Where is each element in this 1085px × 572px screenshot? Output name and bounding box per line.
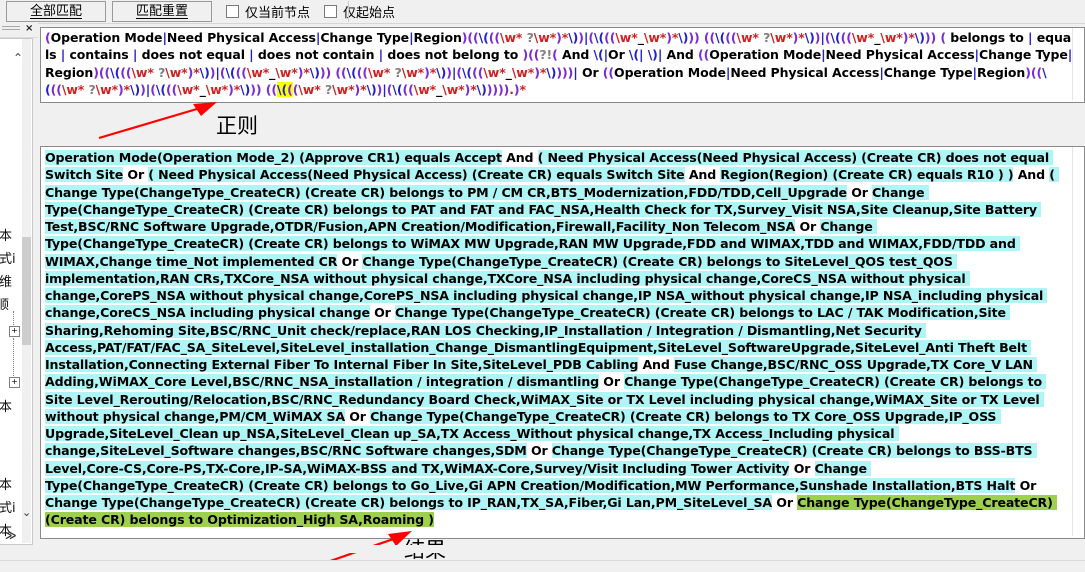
match-reset-button[interactable]: 匹配重置: [112, 1, 212, 22]
toolbar-divider: [348, 1, 349, 22]
dock-grip-line: [2, 29, 20, 30]
checkbox-box-current-node[interactable]: [226, 5, 239, 18]
dock-scrollbar[interactable]: [22, 39, 31, 543]
tree-item-label[interactable]: 文本: [0, 396, 12, 415]
dock-scrollbar-thumb[interactable]: [22, 237, 31, 345]
left-dock-panel: × ⌃ 文本 達式i 获维 顺 + + 文本 文本 達式i 文本 ⌄ ≫: [0, 23, 38, 571]
dock-header[interactable]: ×: [0, 23, 38, 38]
regex-annotation-label: 正则: [216, 114, 258, 138]
bottom-status-bar: [0, 560, 1085, 572]
tree-connector: [13, 311, 15, 325]
tree-item-label[interactable]: 達式i: [0, 497, 16, 516]
regex-tool-window: 全部匹配 匹配重置 仅当前节点 仅起始点 × ⌃ 文本 達式i 获维 顺: [0, 0, 1085, 572]
match-all-label: 全部匹配: [29, 3, 82, 19]
regex-annotation-arrow: [98, 102, 217, 140]
regex-pane-scrollbar[interactable]: [1072, 28, 1084, 100]
tree-expand-icon[interactable]: +: [9, 377, 20, 388]
start-node-only-label: 仅起始点: [343, 6, 396, 21]
current-node-only-checkbox[interactable]: 仅当前节点: [226, 2, 310, 21]
start-node-only-checkbox[interactable]: 仅起始点: [324, 2, 395, 21]
tree-item-label[interactable]: 文本: [0, 474, 12, 493]
match-all-button[interactable]: 全部匹配: [6, 1, 106, 22]
checkbox-box-start-node[interactable]: [324, 5, 338, 18]
close-icon[interactable]: ×: [25, 24, 33, 34]
current-node-only-label: 仅当前节点: [245, 6, 311, 21]
result-text[interactable]: Operation Mode(Operation Mode_2) (Approv…: [45, 149, 1070, 529]
bottom-filler: [38, 545, 1085, 553]
chevron-down-icon[interactable]: ⌄: [22, 506, 31, 519]
toolbar: 全部匹配 匹配重置 仅当前节点 仅起始点: [0, 0, 1085, 24]
tree-item-label[interactable]: 顺: [0, 294, 9, 313]
tree-item-label[interactable]: 達式i: [0, 248, 16, 267]
tree-item-label[interactable]: 文本: [0, 225, 12, 244]
match-reset-label: 匹配重置: [135, 3, 188, 19]
regex-input-pane[interactable]: (Operation Mode|Need Physical Access|Cha…: [40, 27, 1085, 103]
result-output-pane[interactable]: Operation Mode(Operation Mode_2) (Approv…: [40, 146, 1085, 539]
expand-panel-icon[interactable]: ≫: [5, 529, 17, 542]
tree-connector: [13, 338, 15, 376]
tree-item-label[interactable]: 获维: [0, 271, 12, 290]
regex-text[interactable]: (Operation Mode|Need Physical Access|Cha…: [45, 29, 1075, 98]
tree-expand-icon[interactable]: +: [9, 326, 20, 337]
dock-grip-line: [2, 26, 20, 27]
result-pane-scrollbar[interactable]: [1072, 147, 1084, 536]
